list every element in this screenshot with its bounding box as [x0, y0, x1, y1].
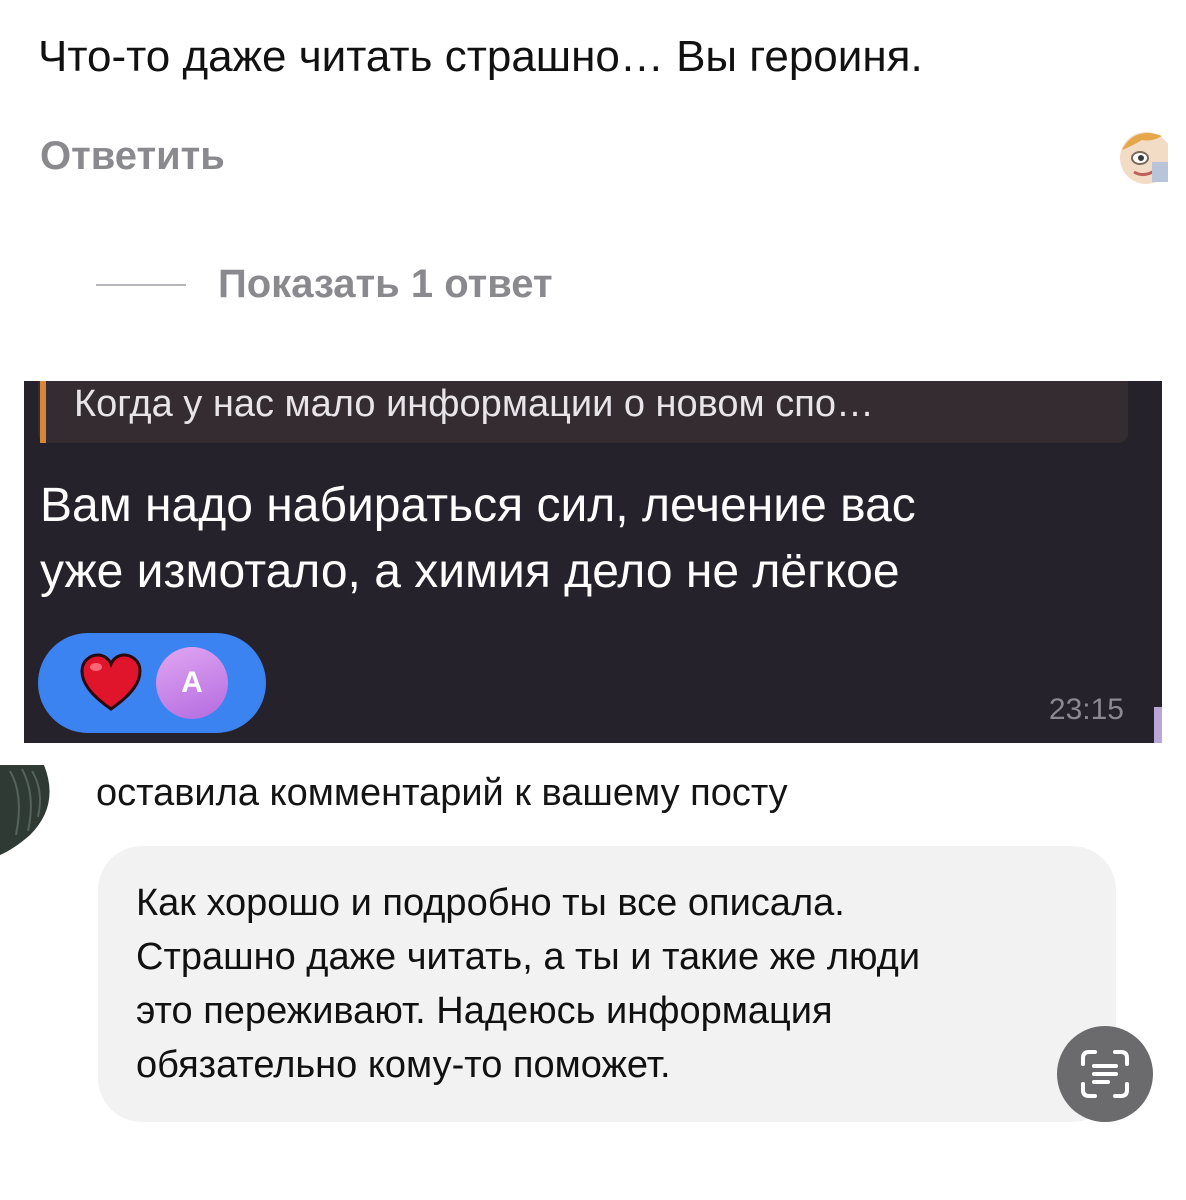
comment-text: Что-то даже читать страшно… Вы героиня.: [38, 32, 923, 81]
quote-accent-bar: [40, 381, 46, 443]
comment-line: Страшно даже читать, а ты и такие же люд…: [136, 936, 921, 978]
message-text: Вам надо набираться сил, лечение вас уже…: [40, 473, 1140, 605]
commenter-avatar[interactable]: [1112, 124, 1168, 186]
reply-button[interactable]: Ответить: [40, 134, 225, 179]
comment-line: Как хорошо и подробно ты все описала.: [136, 882, 845, 924]
show-replies-label: Показать 1 ответ: [218, 262, 553, 306]
replies-divider: [96, 283, 186, 286]
message-time: 23:15: [1048, 693, 1124, 726]
comment-line: обязательно кому-то поможет.: [136, 1044, 671, 1086]
bubble-tail: [1154, 707, 1162, 743]
leaf-avatar-icon: [0, 765, 58, 855]
comment-line: это переживают. Надеюсь информация: [136, 990, 833, 1032]
cartoon-avatar-icon: [1120, 132, 1168, 184]
notification-text: оставила комментарий к вашему посту: [96, 772, 788, 814]
reaction-pill[interactable]: А: [38, 633, 266, 733]
reactor-avatar: А: [156, 647, 228, 719]
quoted-text: Когда у нас мало информации о новом спо…: [74, 383, 874, 425]
live-text-button[interactable]: [1057, 1026, 1153, 1122]
message-line-1: Вам надо набираться сил, лечение вас: [40, 479, 916, 532]
message-line-2: уже измотало, а химия дело не лёгкое: [40, 545, 900, 598]
quoted-reply[interactable]: Когда у нас мало информации о новом спо…: [38, 381, 1128, 443]
live-text-scan-icon: [1081, 1050, 1129, 1098]
show-replies-button[interactable]: Показать 1 ответ: [96, 262, 553, 307]
chat-message-bubble[interactable]: Когда у нас мало информации о новом спо……: [24, 381, 1162, 743]
notification-avatar[interactable]: [0, 765, 58, 855]
heart-icon: [80, 653, 142, 711]
comment-preview-card[interactable]: Как хорошо и подробно ты все описала. Ст…: [98, 846, 1116, 1122]
comment-preview-text: Как хорошо и подробно ты все описала. Ст…: [136, 876, 1096, 1092]
